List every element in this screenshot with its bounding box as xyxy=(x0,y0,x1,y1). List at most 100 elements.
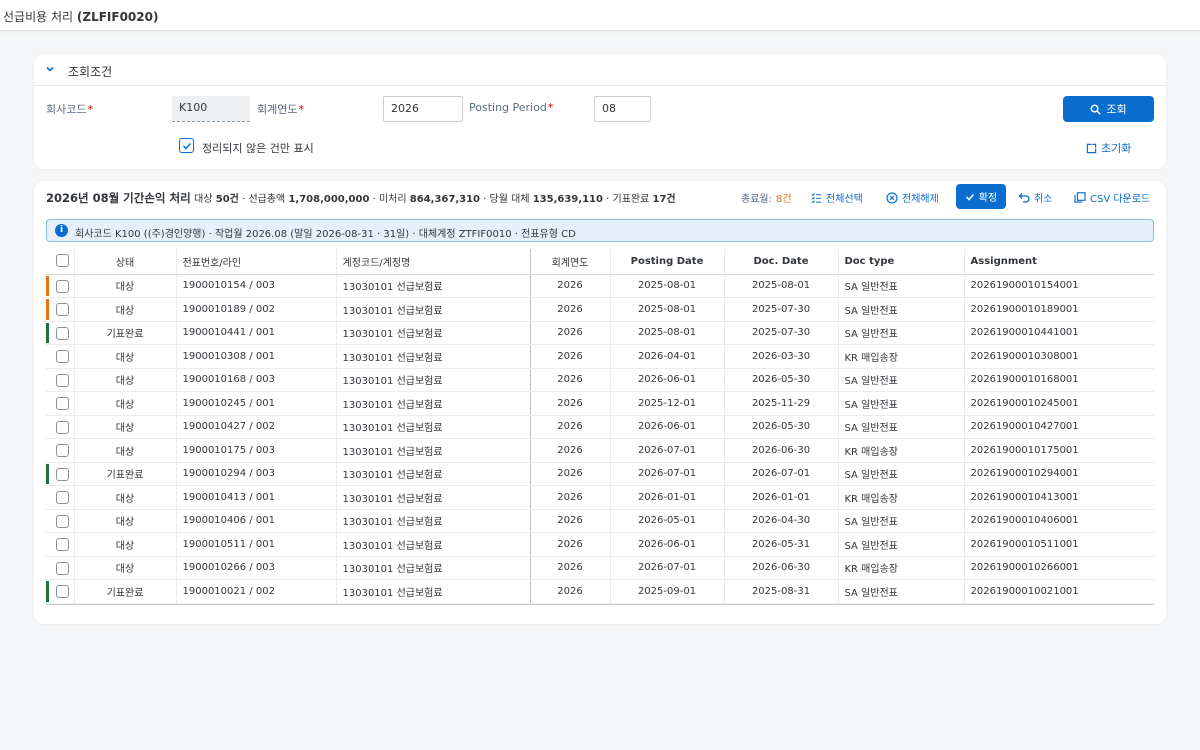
cell-doc-date: 2026-01-01 xyxy=(723,485,838,510)
row-checkbox[interactable] xyxy=(56,303,69,316)
table-row[interactable]: 대상 1900010308 / 001 13030101 선급보험료 2026 2026… xyxy=(46,344,1154,369)
table-row[interactable]: 대상 1900010189 / 002 13030101 선급보험료 2026 2025… xyxy=(46,297,1154,322)
table-row[interactable]: 대상 1900010154 / 003 13030101 선급보험료 2026 2025… xyxy=(46,274,1154,298)
deselect-all-button[interactable]: 전체해제 xyxy=(886,190,939,205)
col-assignment[interactable]: Assignment xyxy=(963,249,1154,275)
summary-target-label: 대상 xyxy=(194,194,213,205)
company-code-field[interactable]: K100 xyxy=(172,96,250,122)
row-checkbox[interactable] xyxy=(56,444,69,457)
row-checkbox[interactable] xyxy=(56,561,69,575)
cell-doc-type: SA 일반전표 xyxy=(837,321,964,345)
posting-period-label: Posting Period* xyxy=(469,101,554,114)
cell-status: 대상 xyxy=(73,556,176,580)
check-icon xyxy=(182,142,192,150)
col-status[interactable]: 상태 xyxy=(73,249,176,275)
fiscal-year-field[interactable]: 2026 xyxy=(383,96,463,122)
cell-assignment: 20261900010406001 xyxy=(963,509,1154,533)
row-checkbox[interactable] xyxy=(56,420,69,434)
results-header: 2026년 08월 기간손익 처리 대상 50건 · 선급총액 1,708,00… xyxy=(46,190,676,206)
col-doc-line[interactable]: 전표번호/라인 xyxy=(175,249,336,275)
col-doc-type[interactable]: Doc type xyxy=(837,249,964,275)
copy-icon xyxy=(1074,192,1086,203)
summary-unprocessed-label: 미처리 xyxy=(378,194,407,205)
confirm-button[interactable]: 확정 xyxy=(956,184,1006,209)
cell-doc-date: 2026-07-01 xyxy=(723,462,838,486)
cell-assignment: 20261900010427001 xyxy=(963,415,1154,439)
company-code-label-text: 회사코드 xyxy=(46,103,87,116)
unsettled-only-checkbox[interactable] xyxy=(179,138,194,153)
results-table: 상태 전표번호/라인 계정코드/계정명 회계연도 Posting Date Do… xyxy=(46,249,1154,604)
row-checkbox[interactable] xyxy=(56,279,69,293)
cell-assignment: 20261900010511001 xyxy=(963,532,1154,557)
row-checkbox[interactable] xyxy=(56,397,69,410)
cell-assignment: 20261900010266001 xyxy=(963,556,1154,580)
table-row[interactable]: 대상 1900010266 / 003 13030101 선급보험료 2026 2026… xyxy=(46,556,1154,580)
row-select-cell xyxy=(46,485,74,510)
info-message: 회사코드 K100 ((주)경인양행) · 작업월 2026.08 (말일 20… xyxy=(75,229,576,240)
col-fiscal-year[interactable]: 회계연도 xyxy=(529,249,610,275)
cell-fiscal-year: 2026 xyxy=(529,321,610,345)
table-row[interactable]: 대상 1900010406 / 001 13030101 선급보험료 2026 2026… xyxy=(46,509,1154,533)
table-row[interactable]: 대상 1900010168 / 003 13030101 선급보험료 2026 2026… xyxy=(46,368,1154,392)
row-checkbox[interactable] xyxy=(56,373,69,387)
select-all-button[interactable]: 전체선택 xyxy=(811,190,863,205)
row-checkbox[interactable] xyxy=(56,326,69,340)
unsettled-only-label[interactable]: 정리되지 않은 건만 표시 xyxy=(202,140,314,156)
row-checkbox[interactable] xyxy=(56,585,69,598)
row-checkbox[interactable] xyxy=(56,491,69,504)
row-checkbox[interactable] xyxy=(56,538,69,551)
posting-period-field[interactable]: 08 xyxy=(594,96,651,122)
summary-done-value: 17건 xyxy=(652,194,676,205)
cell-doc-date: 2026-06-30 xyxy=(723,438,838,463)
col-doc-date[interactable]: Doc. Date xyxy=(723,249,838,275)
table-row[interactable]: 대상 1900010427 / 002 13030101 선급보험료 2026 2026… xyxy=(46,415,1154,439)
cell-assignment: 20261900010021001 xyxy=(963,579,1154,604)
select-all-checkbox[interactable] xyxy=(56,254,69,267)
col-account[interactable]: 계정코드/계정명 xyxy=(335,249,530,275)
cell-status: 대상 xyxy=(73,274,176,298)
row-select-cell xyxy=(46,297,74,322)
table-row[interactable]: 대상 1900010175 / 003 13030101 선급보험료 2026 2026… xyxy=(46,438,1154,463)
row-checkbox[interactable] xyxy=(56,514,69,528)
csv-download-button[interactable]: CSV 다운로드 xyxy=(1074,190,1150,205)
cell-fiscal-year: 2026 xyxy=(529,579,610,604)
cell-doc-line: 1900010511 / 001 xyxy=(175,532,336,557)
filter-panel: 조회조건 회사코드* K100 회계연도* 2026 Posting Perio… xyxy=(34,54,1166,169)
cell-status: 대상 xyxy=(73,368,176,392)
table-row[interactable]: 기표완료 1900010441 / 001 13030101 선급보험료 2026 20… xyxy=(46,321,1154,345)
cell-fiscal-year: 2026 xyxy=(529,485,610,510)
cell-assignment: 20261900010245001 xyxy=(963,391,1154,416)
filter-header[interactable]: 조회조건 xyxy=(34,54,1166,86)
cell-doc-line: 1900010427 / 002 xyxy=(175,415,336,439)
cell-fiscal-year: 2026 xyxy=(529,556,610,580)
row-select-cell xyxy=(46,579,74,604)
csv-download-label: CSV 다운로드 xyxy=(1090,194,1151,205)
table-row[interactable]: 대상 1900010511 / 001 13030101 선급보험료 2026 2026… xyxy=(46,532,1154,557)
row-checkbox[interactable] xyxy=(56,467,69,481)
row-status-bar xyxy=(46,275,49,296)
cell-doc-date: 2026-05-30 xyxy=(723,368,838,392)
reset-button[interactable]: 초기화 xyxy=(1086,140,1131,156)
cancel-button[interactable]: 취소 xyxy=(1018,190,1052,205)
cell-doc-type: KR 매입송장 xyxy=(837,556,964,580)
table-row[interactable]: 기표완료 1900010021 / 002 13030101 선급보험료 2026 20… xyxy=(46,579,1154,604)
chevron-down-icon[interactable] xyxy=(44,63,56,75)
table-row[interactable]: 대상 1900010245 / 001 13030101 선급보험료 2026 2025… xyxy=(46,391,1154,416)
cell-assignment: 20261900010168001 xyxy=(963,368,1154,392)
cell-doc-type: SA 일반전표 xyxy=(837,391,964,416)
cancel-label: 취소 xyxy=(1034,194,1053,205)
table-row[interactable]: 기표완료 1900010294 / 003 13030101 선급보험료 2026 20… xyxy=(46,462,1154,486)
col-posting-date[interactable]: Posting Date xyxy=(609,249,724,275)
reset-icon xyxy=(1086,143,1097,153)
results-panel: 2026년 08월 기간손익 처리 대상 50건 · 선급총액 1,708,00… xyxy=(34,181,1166,624)
company-code-label: 회사코드* xyxy=(46,103,93,116)
row-checkbox[interactable] xyxy=(56,350,69,363)
row-select-cell xyxy=(46,509,74,533)
cell-posting-date: 2026-01-01 xyxy=(609,485,724,510)
cell-account: 13030101 선급보험료 xyxy=(335,485,530,510)
row-select-cell xyxy=(46,368,74,392)
search-button-label: 조회 xyxy=(1106,103,1127,116)
table-row[interactable]: 대상 1900010413 / 001 13030101 선급보험료 2026 2026… xyxy=(46,485,1154,510)
row-select-cell xyxy=(46,344,74,369)
search-button[interactable]: 조회 xyxy=(1063,96,1154,122)
